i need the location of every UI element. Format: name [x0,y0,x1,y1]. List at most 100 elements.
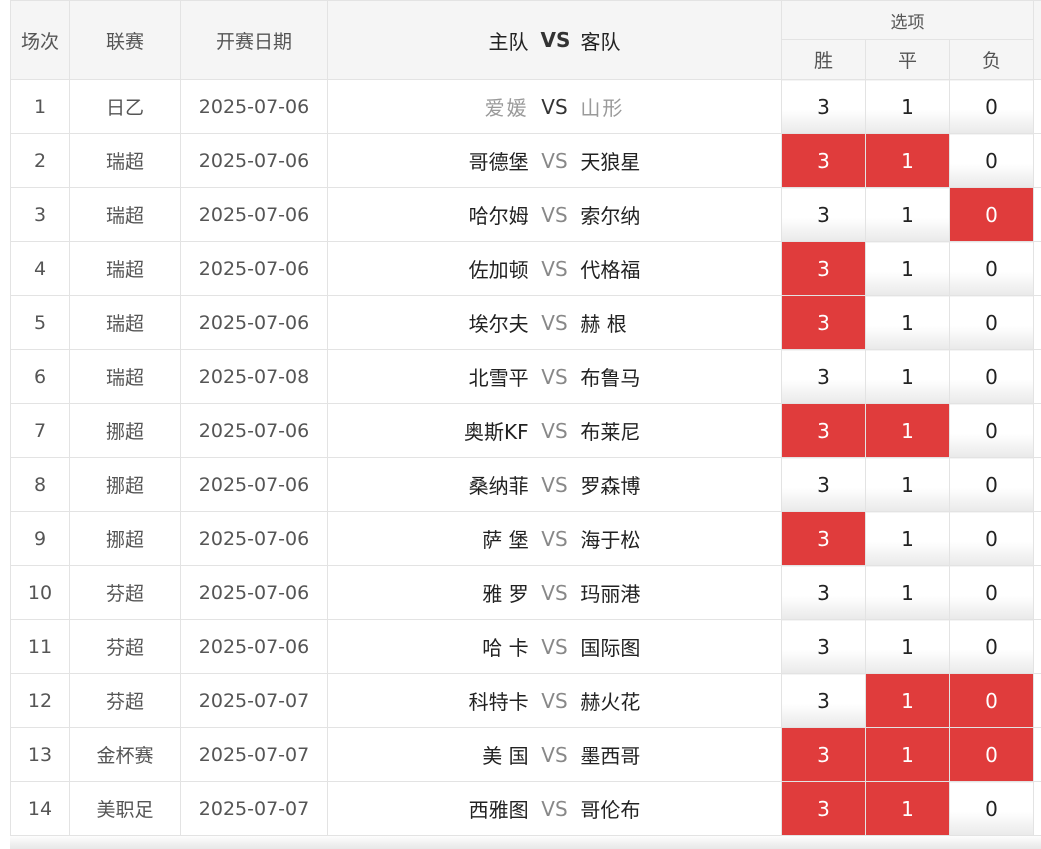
row-edge [1033,673,1041,728]
match-teams: 奥斯KF VS 布莱尼 [327,403,782,458]
option-draw[interactable]: 1 [865,79,950,134]
league-name: 瑞超 [69,133,181,188]
vs-label: VS [541,472,568,497]
away-team: 布鲁马 [580,366,641,390]
option-lose[interactable]: 0 [948,619,1035,674]
option-win[interactable]: 3 [781,457,866,512]
match-date: 2025-07-06 [180,241,328,296]
option-lose[interactable]: 0 [948,79,1035,134]
teams-wrapper: 科特卡 VS 赫火花 [329,675,781,727]
table-row: 6 瑞超 2025-07-08 北雪平 VS 布鲁马 3 1 0 [10,349,1041,404]
lottery-table-container: 场次 联赛 开赛日期 主队 VS 客队 选项 胜 平 负 1 日乙 2025-0… [10,0,1041,849]
option-lose[interactable]: 0 [948,187,1035,242]
home-team: 西雅图 [468,798,529,822]
option-win[interactable]: 3 [781,781,866,836]
option-win[interactable]: 3 [781,511,866,566]
match-teams: 北雪平 VS 布鲁马 [327,349,782,404]
option-lose[interactable]: 0 [948,511,1035,566]
home-team: 佐加顿 [468,258,529,282]
option-draw[interactable]: 1 [865,241,950,296]
match-date: 2025-07-08 [180,349,328,404]
match-date: 2025-07-06 [180,565,328,620]
option-win[interactable]: 3 [781,727,866,782]
option-lose[interactable]: 0 [948,673,1035,728]
teams-wrapper: 美 国 VS 墨西哥 [329,729,781,781]
league-name: 瑞超 [69,295,181,350]
option-draw[interactable]: 1 [865,187,950,242]
league-name: 瑞超 [69,349,181,404]
option-lose[interactable]: 0 [948,403,1035,458]
league-name: 芬超 [69,673,181,728]
option-lose[interactable]: 0 [948,241,1035,296]
header-edge [1033,0,1041,80]
option-draw[interactable]: 1 [865,295,950,350]
away-team: 罗森博 [580,474,641,498]
option-draw[interactable]: 1 [865,781,950,836]
match-number: 2 [10,133,70,188]
option-lose[interactable]: 0 [948,781,1035,836]
match-date: 2025-07-06 [180,511,328,566]
match-number: 8 [10,457,70,512]
option-lose[interactable]: 0 [948,133,1035,188]
league-name: 瑞超 [69,187,181,242]
option-lose[interactable]: 0 [948,349,1035,404]
option-lose[interactable]: 0 [948,727,1035,782]
option-lose[interactable]: 0 [948,565,1035,620]
row-edge [1033,565,1041,620]
match-teams: 萨 堡 VS 海于松 [327,511,782,566]
match-teams: 埃尔夫 VS 赫 根 [327,295,782,350]
option-win[interactable]: 3 [781,403,866,458]
table-row: 3 瑞超 2025-07-06 哈尔姆 VS 索尔纳 3 1 0 [10,187,1041,242]
league-name: 芬超 [69,565,181,620]
match-teams: 西雅图 VS 哥伦布 [327,781,782,836]
option-draw[interactable]: 1 [865,673,950,728]
option-lose[interactable]: 0 [948,295,1035,350]
option-draw[interactable]: 1 [865,403,950,458]
away-team: 海于松 [580,528,641,552]
match-teams: 哈 卡 VS 国际图 [327,619,782,674]
vs-label: VS [541,796,568,821]
option-draw[interactable]: 1 [865,511,950,566]
option-win[interactable]: 3 [781,79,866,134]
match-teams: 爱媛 VS 山形 [327,79,782,134]
row-edge [1033,781,1041,836]
vs-label: VS [541,202,568,227]
option-draw[interactable]: 1 [865,619,950,674]
match-date: 2025-07-07 [180,727,328,782]
option-draw[interactable]: 1 [865,565,950,620]
match-number: 6 [10,349,70,404]
option-draw[interactable]: 1 [865,349,950,404]
option-win[interactable]: 3 [781,133,866,188]
home-team: 雅 罗 [482,582,529,606]
match-teams: 科特卡 VS 赫火花 [327,673,782,728]
league-name: 挪超 [69,403,181,458]
teams-wrapper: 萨 堡 VS 海于松 [329,513,781,565]
away-team: 哥伦布 [580,798,641,822]
away-team: 赫火花 [580,690,641,714]
vs-label: VS [541,634,568,659]
option-win[interactable]: 3 [781,349,866,404]
option-draw[interactable]: 1 [865,133,950,188]
option-win[interactable]: 3 [781,565,866,620]
option-win[interactable]: 3 [781,241,866,296]
away-team: 布莱尼 [580,420,641,444]
row-edge [1033,511,1041,566]
option-win[interactable]: 3 [781,295,866,350]
home-team: 桑纳菲 [468,474,529,498]
home-team: 哈尔姆 [468,204,529,228]
option-draw[interactable]: 1 [865,727,950,782]
table-row: 5 瑞超 2025-07-06 埃尔夫 VS 赫 根 310 [10,295,1041,350]
header-option-win: 胜 [781,39,866,80]
vs-label: VS [541,742,568,767]
option-win[interactable]: 3 [781,187,866,242]
match-teams: 哥德堡 VS 天狼星 [327,133,782,188]
option-win[interactable]: 3 [781,673,866,728]
match-date: 2025-07-07 [180,673,328,728]
match-date: 2025-07-06 [180,619,328,674]
match-number: 14 [10,781,70,836]
home-team: 美 国 [482,744,529,768]
match-number: 9 [10,511,70,566]
option-draw[interactable]: 1 [865,457,950,512]
option-win[interactable]: 3 [781,619,866,674]
option-lose[interactable]: 0 [948,457,1035,512]
